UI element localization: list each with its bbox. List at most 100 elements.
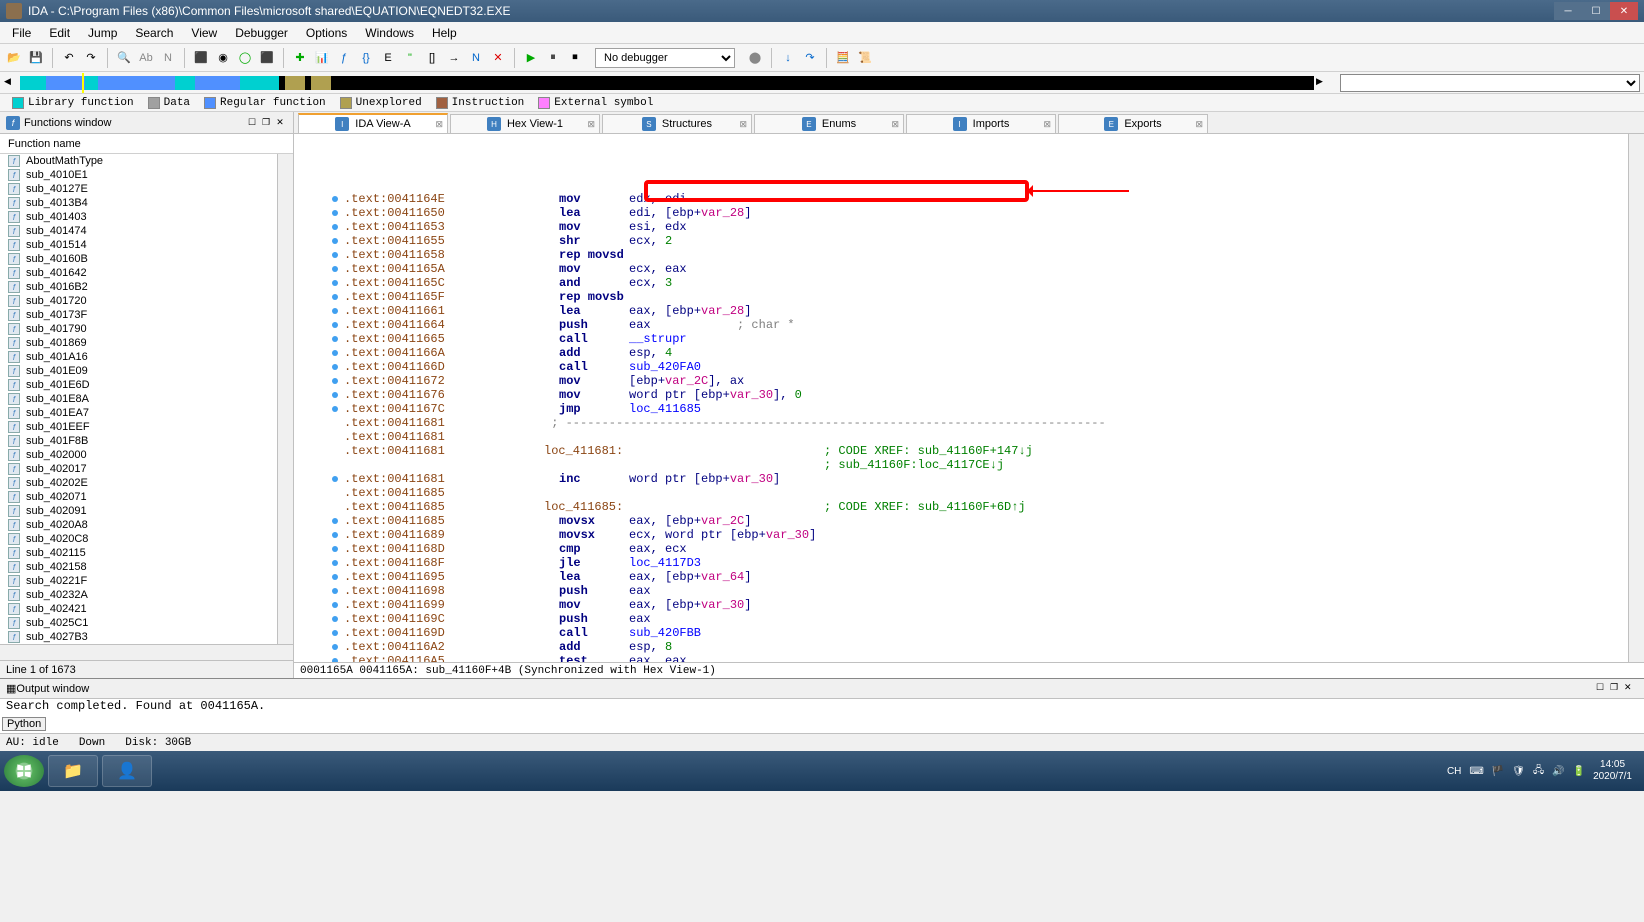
function-item[interactable]: fsub_401F8B [0, 434, 293, 448]
function-item[interactable]: fsub_40202E [0, 476, 293, 490]
menu-view[interactable]: View [183, 24, 225, 42]
menu-windows[interactable]: Windows [357, 24, 422, 42]
tab-exports[interactable]: EExports⊠ [1058, 114, 1208, 133]
disasm-line[interactable]: .text:00411681incword ptr [ebp+var_30] [294, 472, 1644, 486]
function-item[interactable]: fsub_4016B2 [0, 280, 293, 294]
disasm-line[interactable]: .text:0041168Fjleloc_4117D3 [294, 556, 1644, 570]
debugger-select[interactable]: No debugger [595, 48, 735, 68]
tab-hex-view-1[interactable]: HHex View-1⊠ [450, 114, 600, 133]
panel-dock-button[interactable]: ☐ [245, 116, 259, 130]
disasm-line[interactable]: .text:00411658rep movsd [294, 248, 1644, 262]
functions-list[interactable]: fAboutMathTypefsub_4010E1fsub_40127Efsub… [0, 154, 293, 644]
tray-battery-icon[interactable]: 🔋 [1573, 766, 1585, 777]
breakpoint-dot[interactable] [332, 406, 338, 412]
breakpoint-dot[interactable] [332, 224, 338, 230]
breakpoint-dot[interactable] [332, 630, 338, 636]
disasm-line[interactable]: .text:00411699moveax, [ebp+var_30] [294, 598, 1644, 612]
function-item[interactable]: fsub_401869 [0, 336, 293, 350]
tab-close[interactable]: ⊠ [1043, 119, 1051, 130]
disasm-line[interactable]: .text:00411653movesi, edx [294, 220, 1644, 234]
nav-select[interactable] [1340, 74, 1640, 92]
tray-keyboard-icon[interactable]: ⌨ [1469, 766, 1483, 777]
function-item[interactable]: fsub_402071 [0, 490, 293, 504]
tray-sound-icon[interactable]: 🔊 [1552, 766, 1564, 777]
disasm-line[interactable]: .text:0041165Candecx, 3 [294, 276, 1644, 290]
tray-lang[interactable]: CH [1447, 766, 1461, 777]
tab-close[interactable]: ⊠ [587, 119, 595, 130]
functions-scrollbar-h[interactable] [0, 644, 293, 660]
disasm-view[interactable]: .text:0041164Emovedx, edi.text:00411650l… [294, 134, 1644, 662]
step-into-button[interactable]: ↓ [778, 48, 798, 68]
disasm-line[interactable]: .text:0041166Aaddesp, 4 [294, 346, 1644, 360]
disasm-line[interactable]: .text:00411676movword ptr [ebp+var_30], … [294, 388, 1644, 402]
function-item[interactable]: fAboutMathType [0, 154, 293, 168]
menu-help[interactable]: Help [424, 24, 465, 42]
function-item[interactable]: fsub_4027B3 [0, 630, 293, 644]
breakpoint-dot[interactable] [332, 266, 338, 272]
menu-options[interactable]: Options [298, 24, 355, 42]
run-button[interactable]: ▶ [521, 48, 541, 68]
functions-scrollbar-v[interactable] [277, 154, 293, 644]
breakpoint-dot[interactable] [332, 518, 338, 524]
start-button[interactable] [4, 755, 44, 787]
breakpoint-dot[interactable] [332, 588, 338, 594]
breakpoint-dot[interactable] [332, 658, 338, 662]
open-button[interactable]: 📂 [4, 48, 24, 68]
output-dock-button[interactable]: ☐ [1596, 682, 1610, 696]
breakpoint-dot[interactable] [332, 546, 338, 552]
menu-file[interactable]: File [4, 24, 39, 42]
function-item[interactable]: fsub_4010E1 [0, 168, 293, 182]
taskbar-ida[interactable]: 👤 [102, 755, 152, 787]
disasm-line[interactable]: .text:00411698pusheax [294, 584, 1644, 598]
function-item[interactable]: fsub_401E6D [0, 378, 293, 392]
array-button[interactable]: [] [422, 48, 442, 68]
function-item[interactable]: fsub_402421 [0, 602, 293, 616]
name-button[interactable]: N [466, 48, 486, 68]
tab-close[interactable]: ⊠ [1195, 119, 1203, 130]
disasm-line[interactable]: .text:0041169Dcallsub_420FBB [294, 626, 1644, 640]
tab-close[interactable]: ⊠ [891, 119, 899, 130]
disasm-line[interactable]: .text:00411689movsxecx, word ptr [ebp+va… [294, 528, 1644, 542]
function-item[interactable]: fsub_40232A [0, 588, 293, 602]
string-button[interactable]: " [400, 48, 420, 68]
breakpoint-dot[interactable] [332, 378, 338, 384]
disasm-line[interactable]: .text:00411685 [294, 486, 1644, 500]
function-item[interactable]: fsub_402000 [0, 448, 293, 462]
disasm-line[interactable]: .text:00411665call__strupr [294, 332, 1644, 346]
menu-edit[interactable]: Edit [41, 24, 78, 42]
menu-debugger[interactable]: Debugger [227, 24, 296, 42]
breakpoint-dot[interactable] [332, 392, 338, 398]
python-button[interactable]: Python [2, 717, 46, 731]
disasm-line[interactable]: .text:00411655shrecx, 2 [294, 234, 1644, 248]
offset-button[interactable]: → [444, 48, 464, 68]
data-button[interactable]: 📊 [312, 48, 332, 68]
disasm-line[interactable]: .text:004116A2addesp, 8 [294, 640, 1644, 654]
search-button[interactable]: 🔍 [114, 48, 134, 68]
breakpoint-dot[interactable] [332, 350, 338, 356]
struct-button[interactable]: {} [356, 48, 376, 68]
pause-button[interactable]: ⏸ [543, 48, 563, 68]
breakpoint-dot[interactable] [332, 644, 338, 650]
tab-ida-view-a[interactable]: IIDA View-A⊠ [298, 113, 448, 133]
function-item[interactable]: fsub_40221F [0, 574, 293, 588]
function-item[interactable]: fsub_401E8A [0, 392, 293, 406]
close-button[interactable]: ✕ [1610, 2, 1638, 20]
nav-right[interactable]: ▶ [1316, 76, 1330, 90]
calc-button[interactable]: 🧮 [833, 48, 853, 68]
undo-button[interactable]: ↶ [59, 48, 79, 68]
function-item[interactable]: fsub_4013B4 [0, 196, 293, 210]
function-item[interactable]: fsub_401EA7 [0, 406, 293, 420]
function-item[interactable]: fsub_401642 [0, 266, 293, 280]
disasm-line[interactable]: .text:0041167Cjmploc_411685 [294, 402, 1644, 416]
disasm-line[interactable]: .text:00411695leaeax, [ebp+var_64] [294, 570, 1644, 584]
minimize-button[interactable]: ─ [1554, 2, 1582, 20]
stop-button[interactable]: ⬛ [257, 48, 277, 68]
function-item[interactable]: fsub_40127E [0, 182, 293, 196]
breakpoint-dot[interactable] [332, 196, 338, 202]
breakpoint-dot[interactable] [332, 476, 338, 482]
output-close-button[interactable]: ✕ [1624, 682, 1638, 696]
panel-restore-button[interactable]: ❐ [259, 116, 273, 130]
function-item[interactable]: fsub_401E09 [0, 364, 293, 378]
disasm-line[interactable]: .text:00411681 [294, 430, 1644, 444]
breakpoint-dot[interactable] [332, 210, 338, 216]
